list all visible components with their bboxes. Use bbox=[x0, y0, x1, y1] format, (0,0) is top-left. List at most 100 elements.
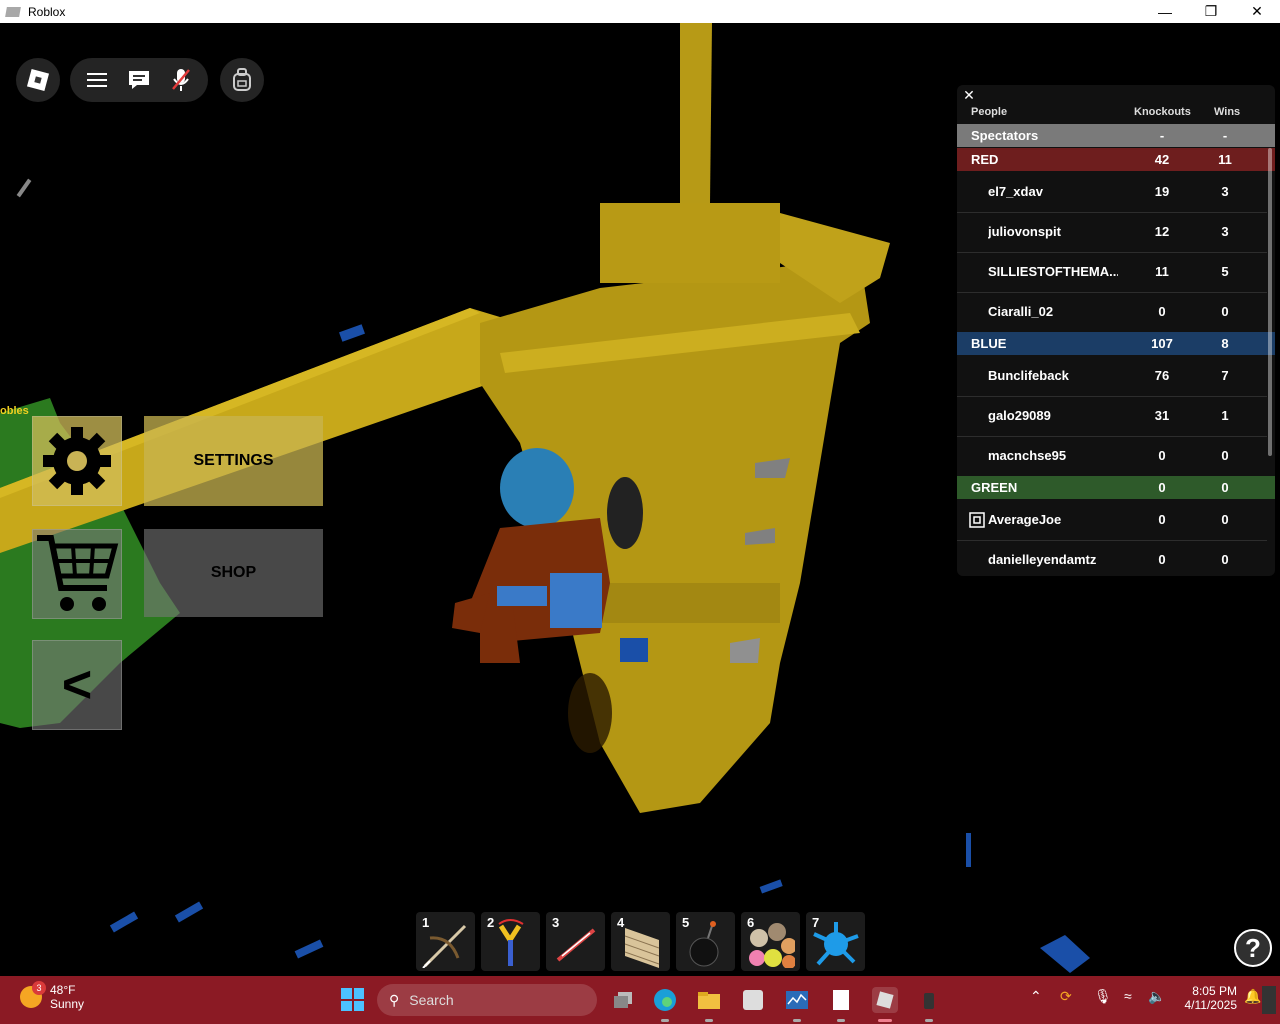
leaderboard: ✕ People Knockouts Wins Spectators - - R… bbox=[957, 85, 1275, 576]
show-hidden-icons-chevron[interactable]: ⌃ bbox=[1030, 988, 1042, 1005]
mic-status-icon[interactable] bbox=[1262, 986, 1276, 1014]
player-row[interactable]: SILLIESTOFTHEMA... 11 5 bbox=[957, 252, 1267, 293]
premium-icon bbox=[969, 512, 985, 528]
hotbar-slot-6[interactable]: 6 bbox=[741, 912, 800, 971]
close-window-button[interactable]: ✕ bbox=[1234, 0, 1280, 23]
window-title: Roblox bbox=[28, 4, 66, 19]
roblox-taskbar-icon[interactable] bbox=[872, 987, 898, 1013]
minimize-button[interactable]: — bbox=[1142, 0, 1188, 23]
leaderboard-header: People Knockouts Wins bbox=[957, 103, 1275, 123]
microphone-icon[interactable]: 🎙 bbox=[1094, 988, 1112, 1005]
weather-condition: Sunny bbox=[50, 997, 85, 1011]
game-viewport[interactable]: obles SETTINGS SHOP < ✕ People Knockouts… bbox=[0, 23, 1280, 976]
weather-widget[interactable]: 3 48°F Sunny bbox=[20, 981, 85, 1011]
bomb-icon bbox=[689, 921, 719, 967]
edge-icon[interactable] bbox=[652, 987, 678, 1013]
hotbar-slot-7[interactable]: 7 bbox=[806, 912, 865, 971]
player-row[interactable]: Bunclifeback 76 7 bbox=[957, 356, 1267, 397]
hotbar-slot-3[interactable]: 3 bbox=[546, 912, 605, 971]
backpack-button[interactable] bbox=[220, 58, 264, 102]
leaderboard-scrollbar[interactable] bbox=[1268, 148, 1272, 456]
search-icon: ⚲ bbox=[389, 991, 400, 1008]
player-name: Bunclifeback bbox=[988, 368, 1069, 383]
col-knockouts: Knockouts bbox=[1134, 106, 1191, 118]
player-knockouts: 0 bbox=[1158, 304, 1166, 319]
team-row-green[interactable]: GREEN 0 0 bbox=[957, 476, 1275, 499]
hotbar-slot-2[interactable]: 2 bbox=[481, 912, 540, 971]
windows-taskbar: 3 48°F Sunny ⚲ Search ⌃ ⟳ 🎙 ≈ 🔈 8:05 PM … bbox=[0, 976, 1280, 1024]
window-controls: — ❐ ✕ bbox=[1142, 0, 1280, 23]
col-people: People bbox=[971, 106, 1008, 118]
paint-splat-icon bbox=[813, 922, 859, 966]
notification-bell-icon[interactable]: 🔔 bbox=[1244, 988, 1261, 1005]
player-knockouts: 0 bbox=[1158, 448, 1166, 463]
task-manager-icon[interactable] bbox=[784, 987, 810, 1013]
shop-button[interactable]: SHOP bbox=[144, 529, 323, 617]
team-knockouts: 0 bbox=[1158, 480, 1166, 495]
settings-icon-button[interactable] bbox=[32, 416, 122, 506]
team-name: RED bbox=[971, 152, 999, 167]
player-row[interactable]: el7_xdav 19 3 bbox=[957, 172, 1267, 213]
sync-icon[interactable]: ⟳ bbox=[1060, 988, 1072, 1005]
player-name: el7_xdav bbox=[988, 184, 1043, 199]
player-knockouts: 19 bbox=[1154, 184, 1170, 199]
hotbar-slot-1[interactable]: 1 bbox=[416, 912, 475, 971]
player-row[interactable]: galo29089 31 1 bbox=[957, 396, 1267, 437]
app-icon[interactable] bbox=[740, 987, 766, 1013]
player-row[interactable]: macnchse95 0 0 bbox=[957, 436, 1267, 477]
top-controls bbox=[70, 58, 208, 102]
player-name: Ciaralli_02 bbox=[988, 304, 1054, 319]
player-knockouts: 12 bbox=[1154, 224, 1170, 239]
settings-button[interactable]: SETTINGS bbox=[144, 416, 323, 506]
player-wins: 0 bbox=[1221, 512, 1229, 527]
wifi-icon[interactable]: ≈ bbox=[1124, 988, 1132, 1004]
player-knockouts: 31 bbox=[1154, 408, 1170, 423]
notepad-icon[interactable] bbox=[828, 987, 854, 1013]
roblox-menu-button[interactable] bbox=[16, 58, 60, 102]
player-wins: 3 bbox=[1221, 184, 1229, 199]
start-button[interactable] bbox=[341, 988, 364, 1011]
clock[interactable]: 8:05 PM 4/11/2025 bbox=[1177, 984, 1238, 1012]
crossbow-icon bbox=[422, 924, 467, 968]
team-row-spectators[interactable]: Spectators - - bbox=[957, 124, 1275, 147]
team-row-blue[interactable]: BLUE 107 8 bbox=[957, 332, 1275, 355]
backpack-icon bbox=[233, 68, 251, 91]
chat-icon[interactable] bbox=[125, 66, 153, 94]
task-view-icon[interactable] bbox=[610, 987, 636, 1013]
team-name: GREEN bbox=[971, 480, 1018, 495]
team-name: BLUE bbox=[971, 336, 1007, 351]
taskbar-search[interactable]: ⚲ Search bbox=[377, 984, 597, 1016]
team-wins: 11 bbox=[1218, 152, 1232, 167]
shop-icon-button[interactable] bbox=[32, 529, 122, 619]
team-knockouts: 107 bbox=[1151, 336, 1173, 351]
help-button[interactable]: ? bbox=[1234, 929, 1272, 967]
leaderboard-close-icon[interactable]: ✕ bbox=[962, 88, 976, 102]
player-name: galo29089 bbox=[988, 408, 1051, 423]
hotbar-slot-5[interactable]: 5 bbox=[676, 912, 735, 971]
windows-logo-icon bbox=[341, 988, 352, 999]
player-row[interactable]: Ciaralli_02 0 0 bbox=[957, 292, 1267, 333]
weather-temp: 48°F bbox=[50, 983, 76, 997]
maximize-button[interactable]: ❐ bbox=[1188, 0, 1234, 23]
player-row[interactable]: AverageJoe 0 0 bbox=[957, 500, 1267, 541]
gear-icon bbox=[43, 427, 111, 495]
player-row[interactable]: danielleyendamtz 0 0 bbox=[957, 540, 1267, 576]
hotbar-slot-4[interactable]: 4 bbox=[611, 912, 670, 971]
team-row-red[interactable]: RED 42 11 bbox=[957, 148, 1275, 171]
team-wins: 8 bbox=[1221, 336, 1229, 351]
roblox-app-icon bbox=[5, 6, 21, 17]
weather-badge: 3 bbox=[32, 981, 46, 995]
volume-icon[interactable]: 🔈 bbox=[1148, 988, 1165, 1005]
shopping-cart-icon bbox=[37, 535, 119, 611]
player-wins: 1 bbox=[1221, 408, 1229, 423]
player-knockouts: 11 bbox=[1155, 264, 1169, 279]
hamburger-menu-icon[interactable] bbox=[83, 66, 111, 94]
hotbar: 1 2 3 4 5 6 7 bbox=[416, 912, 865, 971]
mic-muted-icon[interactable] bbox=[167, 66, 195, 94]
player-wins: 5 bbox=[1221, 264, 1229, 279]
pinned-app-icon[interactable] bbox=[916, 987, 942, 1013]
player-row[interactable]: juliovonspit 12 3 bbox=[957, 212, 1267, 253]
file-explorer-icon[interactable] bbox=[696, 987, 722, 1013]
collapse-menu-button[interactable]: < bbox=[32, 640, 122, 730]
player-name: danielleyendamtz bbox=[988, 552, 1097, 567]
